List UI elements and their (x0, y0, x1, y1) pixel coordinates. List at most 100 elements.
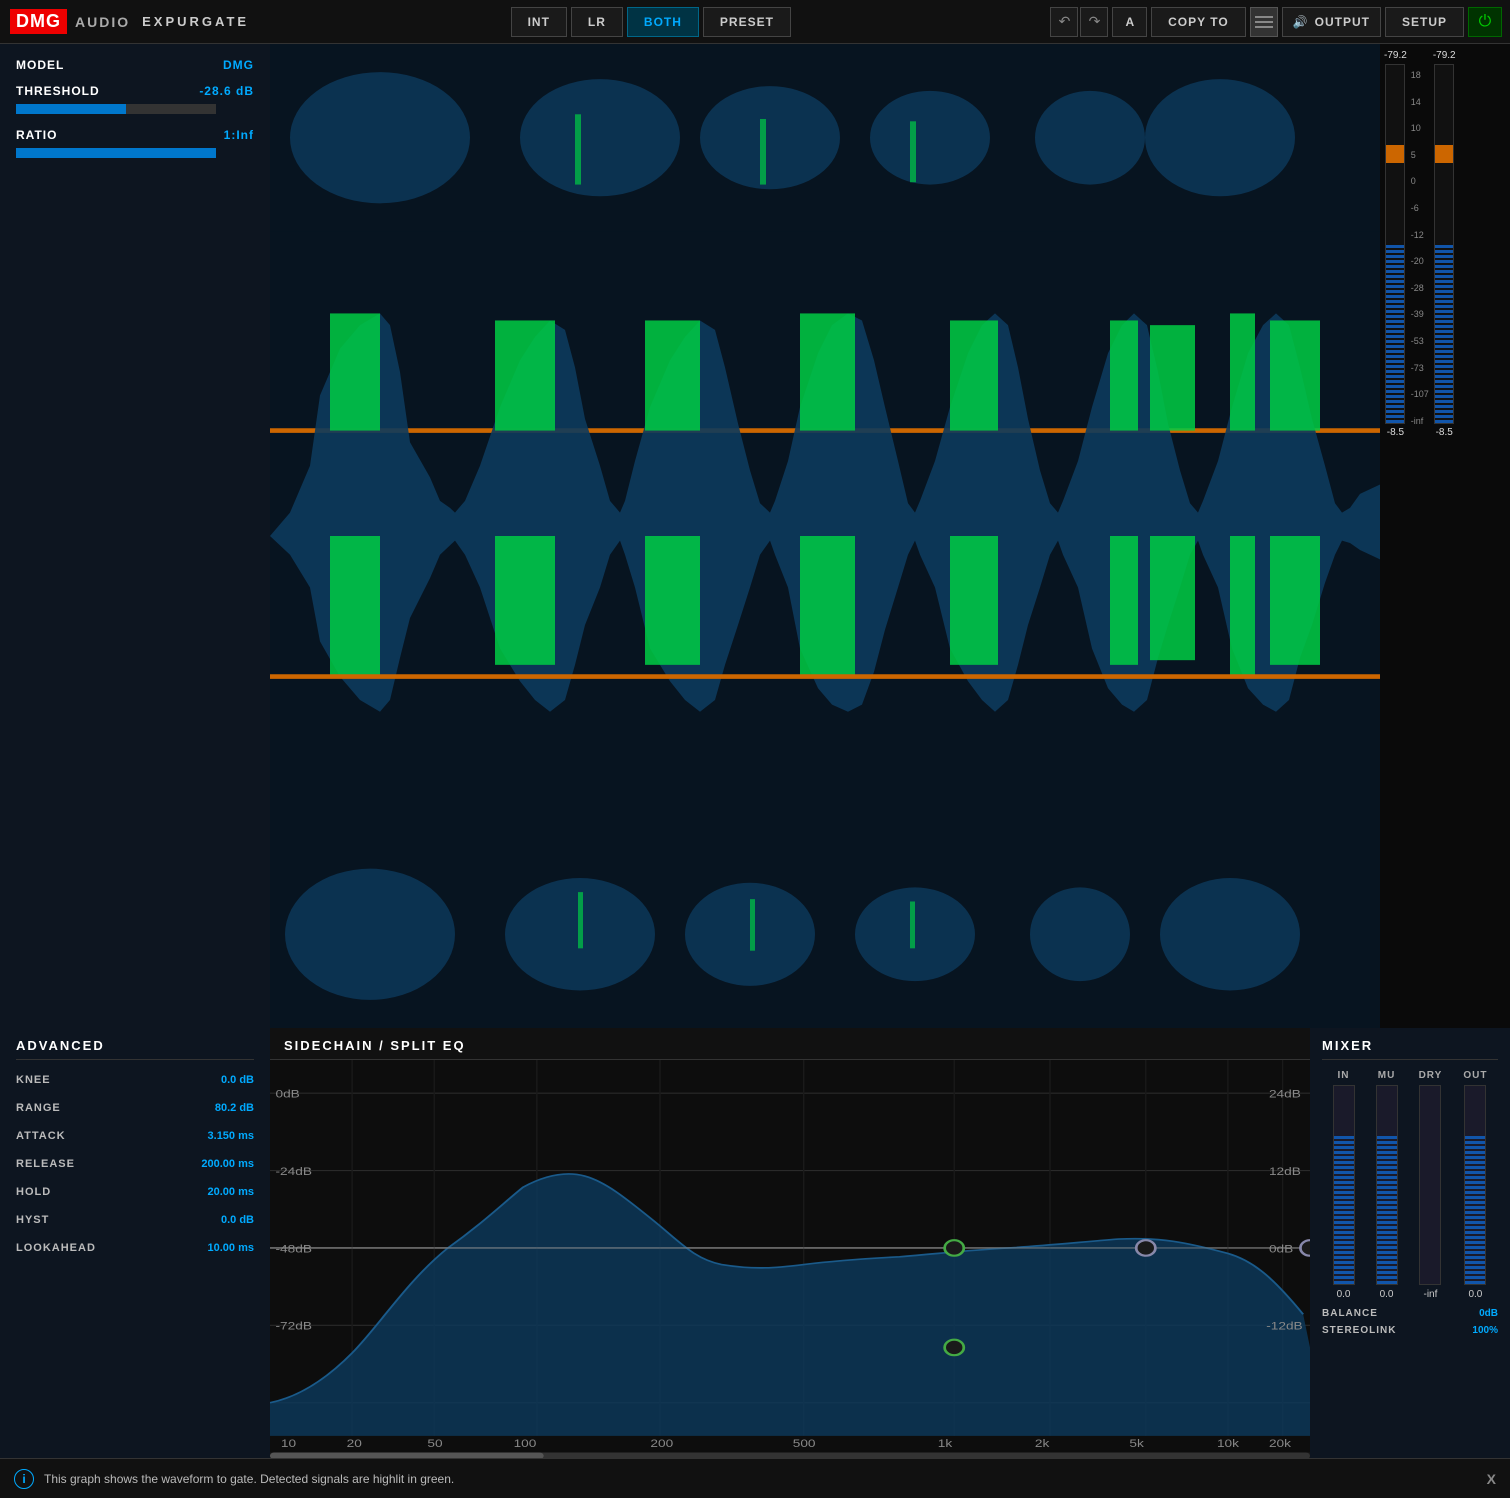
eq-node-3 (1300, 1240, 1310, 1255)
svg-text:50: 50 (427, 1437, 442, 1449)
status-text: This graph shows the waveform to gate. D… (44, 1472, 1477, 1486)
threshold-label: THRESHOLD (16, 84, 100, 98)
undo-button[interactable]: ↶ (1050, 7, 1078, 37)
meter-left: -79.2 -8.5 (1384, 50, 1407, 438)
mixer-balance-row: BALANCE 0dB (1322, 1308, 1498, 1319)
both-button[interactable]: BOTH (627, 7, 699, 37)
lr-button[interactable]: LR (571, 7, 623, 37)
knee-row: KNEE 0.0 dB (16, 1074, 254, 1086)
bottom-waveform (270, 841, 1380, 1028)
svg-text:2k: 2k (1035, 1437, 1050, 1449)
sidechain-panel: SIDECHAIN / SPLIT EQ (270, 1028, 1310, 1458)
threshold-value[interactable]: -28.6 dB (199, 84, 254, 98)
svg-text:-12dB: -12dB (1266, 1320, 1302, 1332)
eq-node-low (945, 1340, 964, 1355)
scale-10: 10 (1411, 123, 1429, 133)
hyst-value[interactable]: 0.0 dB (221, 1214, 254, 1226)
ratio-row: RATIO 1:Inf (16, 128, 254, 142)
svg-text:0dB: 0dB (1269, 1243, 1293, 1255)
knee-label: KNEE (16, 1074, 51, 1086)
params-area: MODEL DMG THRESHOLD -28.6 dB RATIO 1:Inf (0, 44, 270, 1028)
eq-display[interactable]: 0dB -24dB -48dB -72dB 24dB 12dB 0dB -12d… (270, 1060, 1310, 1458)
topbar-right: ↶ ↷ A COPY TO 🔊 OUTPUT SETUP ⏻ (1042, 7, 1510, 37)
meter-left-bar (1385, 64, 1405, 424)
redo-button[interactable]: ↷ (1080, 7, 1108, 37)
power-button[interactable]: ⏻ (1468, 7, 1502, 37)
mixer-mu-fader[interactable] (1376, 1085, 1398, 1285)
eq-svg[interactable]: 0dB -24dB -48dB -72dB 24dB 12dB 0dB -12d… (270, 1060, 1310, 1458)
left-panel: MODEL DMG THRESHOLD -28.6 dB RATIO 1:Inf (0, 44, 270, 1028)
scale-107: -107 (1411, 389, 1429, 399)
attack-label: ATTACK (16, 1130, 66, 1142)
undo-redo: ↶ ↷ (1050, 7, 1108, 37)
svg-text:1k: 1k (938, 1437, 953, 1449)
svg-text:20k: 20k (1269, 1437, 1292, 1449)
svg-text:-24dB: -24dB (275, 1165, 311, 1177)
ratio-value[interactable]: 1:Inf (224, 128, 254, 142)
scale-28: -28 (1411, 283, 1429, 293)
audio-text: AUDIO (75, 14, 130, 30)
mixer-mu-value: 0.0 (1380, 1289, 1394, 1300)
meter-right-bottom-value: -8.5 (1436, 427, 1453, 438)
threshold-slider[interactable] (16, 104, 216, 114)
eq-node-2 (1136, 1240, 1155, 1255)
output-button[interactable]: 🔊 OUTPUT (1282, 7, 1381, 37)
mixer-mu-fill (1377, 1134, 1397, 1284)
waveform-section (270, 44, 1380, 1028)
svg-text:12dB: 12dB (1269, 1165, 1301, 1177)
bottom-section: ADVANCED KNEE 0.0 dB RANGE 80.2 dB ATTAC… (0, 1028, 1510, 1458)
svg-text:10: 10 (281, 1437, 296, 1449)
stereolink-value[interactable]: 100% (1472, 1325, 1498, 1336)
model-row: MODEL DMG (16, 58, 254, 72)
meter-right: -79.2 -8.5 (1433, 50, 1456, 438)
ab-button[interactable]: A (1112, 7, 1147, 37)
scale-18: 18 (1411, 70, 1429, 80)
lookahead-value[interactable]: 10.00 ms (208, 1242, 254, 1254)
hold-value[interactable]: 20.00 ms (208, 1186, 254, 1198)
mixer-in-fader[interactable] (1333, 1085, 1355, 1285)
range-row: RANGE 80.2 dB (16, 1102, 254, 1114)
model-label: MODEL (16, 58, 64, 72)
main-waveform (270, 231, 1380, 840)
balance-value[interactable]: 0dB (1479, 1308, 1498, 1319)
attack-row: ATTACK 3.150 ms (16, 1130, 254, 1142)
svg-text:500: 500 (793, 1437, 816, 1449)
balance-label: BALANCE (1322, 1308, 1378, 1319)
setup-button[interactable]: SETUP (1385, 7, 1464, 37)
scale-12: -12 (1411, 230, 1429, 240)
line-dash-1 (1255, 16, 1273, 18)
scale-20: -20 (1411, 256, 1429, 266)
svg-text:5k: 5k (1129, 1437, 1144, 1449)
scale-73: -73 (1411, 363, 1429, 373)
status-bar: i This graph shows the waveform to gate.… (0, 1458, 1510, 1498)
release-value[interactable]: 200.00 ms (201, 1158, 254, 1170)
waveform-display[interactable] (270, 44, 1380, 1028)
knee-value[interactable]: 0.0 dB (221, 1074, 254, 1086)
scale-14: 14 (1411, 97, 1429, 107)
range-value[interactable]: 80.2 dB (215, 1102, 254, 1114)
advanced-panel: ADVANCED KNEE 0.0 dB RANGE 80.2 dB ATTAC… (0, 1028, 270, 1458)
copy-to-button[interactable]: COPY TO (1151, 7, 1246, 37)
svg-text:24dB: 24dB (1269, 1088, 1301, 1100)
mixer-out-fader[interactable] (1464, 1085, 1486, 1285)
scale-53: -53 (1411, 336, 1429, 346)
model-value[interactable]: DMG (223, 58, 254, 72)
svg-text:0dB: 0dB (275, 1088, 299, 1100)
ratio-slider[interactable] (16, 148, 216, 158)
svg-text:10k: 10k (1217, 1437, 1240, 1449)
line-dash-2 (1255, 21, 1273, 23)
int-button[interactable]: INT (511, 7, 567, 37)
meter-left-bottom-value: -8.5 (1387, 427, 1404, 438)
close-status-button[interactable]: X (1487, 1471, 1496, 1487)
lines-icon[interactable] (1250, 7, 1278, 37)
mixer-dry-fader[interactable] (1419, 1085, 1441, 1285)
topbar: DMG AUDIO EXPURGATE INT LR BOTH PRESET ↶… (0, 0, 1510, 44)
meter-blue-right (1435, 243, 1453, 423)
threshold-row: THRESHOLD -28.6 dB (16, 84, 254, 98)
preset-button[interactable]: PRESET (703, 7, 791, 37)
attack-value[interactable]: 3.150 ms (208, 1130, 254, 1142)
top-waveform (270, 44, 1380, 231)
meter-blue-left (1386, 243, 1404, 423)
svg-text:-48dB: -48dB (275, 1243, 311, 1255)
mixer-dry-channel: DRY -inf (1419, 1070, 1443, 1300)
